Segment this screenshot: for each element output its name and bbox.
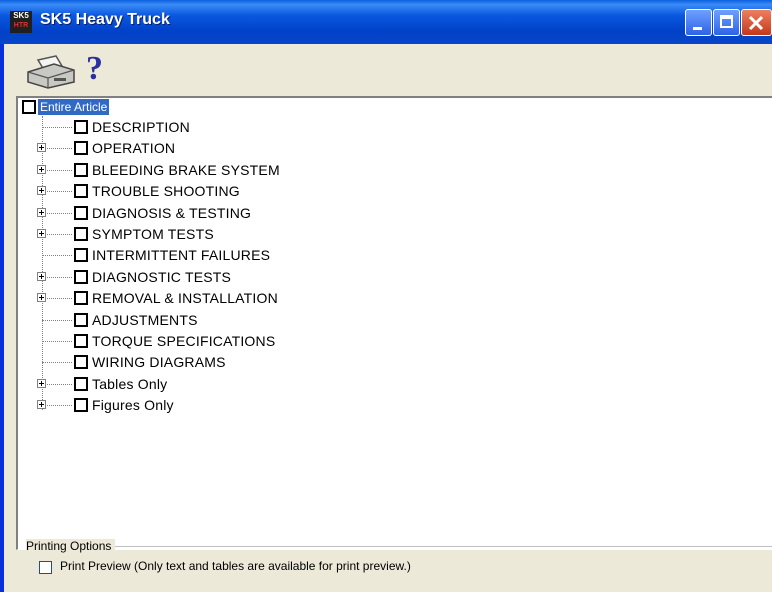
tree-item[interactable]: WIRING DIAGRAMS <box>18 352 718 373</box>
tree-item-checkbox[interactable] <box>74 355 88 370</box>
tree-connector-line <box>42 148 72 150</box>
tree-connector-line <box>42 212 72 214</box>
tree-item-label[interactable]: INTERMITTENT FAILURES <box>92 246 270 264</box>
print-preview-label[interactable]: Print Preview (Only text and tables are … <box>60 559 411 573</box>
tree-item-checkbox[interactable] <box>74 141 88 156</box>
root-label[interactable]: Entire Article <box>38 99 110 115</box>
tree-item-checkbox[interactable] <box>74 398 88 413</box>
tree-item[interactable]: Tables Only <box>18 374 718 395</box>
tree-connector-line <box>42 319 72 321</box>
tree-item-label[interactable]: DIAGNOSIS & TESTING <box>92 204 251 222</box>
tree-item[interactable]: REMOVAL & INSTALLATION <box>18 288 718 309</box>
help-icon[interactable]: ? <box>86 50 103 88</box>
tree-item-label[interactable]: DESCRIPTION <box>92 118 190 136</box>
window-title: SK5 Heavy Truck <box>40 11 170 28</box>
expand-plus-icon[interactable] <box>37 229 46 238</box>
printer-icon[interactable] <box>24 54 80 90</box>
tree-item[interactable]: ADJUSTMENTS <box>18 310 718 331</box>
tree-item[interactable]: SYMPTOM TESTS <box>18 224 718 245</box>
tree-item[interactable]: TROUBLE SHOOTING <box>18 181 718 202</box>
expand-plus-icon[interactable] <box>37 143 46 153</box>
expand-plus-icon[interactable] <box>37 400 46 410</box>
expand-plus-icon[interactable] <box>37 164 46 174</box>
tree-item[interactable]: INTERMITTENT FAILURES <box>18 245 718 266</box>
toolbar: ? <box>4 44 772 96</box>
tree-item-label[interactable]: TORQUE SPECIFICATIONS <box>92 332 275 350</box>
app-icon[interactable]: SK5 HTR <box>10 11 32 33</box>
tree-connector-line <box>42 255 72 257</box>
tree-item-label[interactable]: ADJUSTMENTS <box>92 311 198 329</box>
title-bar[interactable]: SK5 HTR SK5 Heavy Truck <box>0 0 772 44</box>
tree-connector-line <box>42 127 72 128</box>
expand-plus-icon[interactable] <box>37 293 46 303</box>
tree-item-checkbox[interactable] <box>74 334 88 348</box>
tree-item-checkbox[interactable] <box>74 291 88 306</box>
tree-item[interactable]: Figures Only <box>18 395 718 416</box>
close-button[interactable] <box>741 9 772 36</box>
tree-item-checkbox[interactable] <box>74 184 88 199</box>
tree-connector-line <box>42 276 72 278</box>
tree-item-label[interactable]: Figures Only <box>92 396 174 414</box>
client-area: ? Entire Article DESCRIPTION OPERATION BLE… <box>4 44 772 592</box>
tree-item-label[interactable]: SYMPTOM TESTS <box>92 225 214 243</box>
tree-item[interactable]: DESCRIPTION <box>18 117 718 138</box>
tree-item[interactable]: DIAGNOSIS & TESTING <box>18 203 718 224</box>
tree-root[interactable]: Entire Article <box>22 99 110 115</box>
tree-item-checkbox[interactable] <box>74 205 88 220</box>
printing-options-group: Printing Options Print Preview (Only tex… <box>4 539 772 592</box>
tree-connector-line <box>42 169 72 171</box>
tree-connector-line <box>42 191 72 193</box>
app-window: SK5 HTR SK5 Heavy Truck ? Entire Article… <box>0 0 772 592</box>
print-preview-checkbox[interactable] <box>39 561 52 574</box>
tree-connector-line <box>42 341 72 342</box>
tree-item-label[interactable]: BLEEDING BRAKE SYSTEM <box>92 161 280 179</box>
tree-item-label[interactable]: OPERATION <box>92 139 175 157</box>
tree-connector-line <box>42 383 72 385</box>
expand-plus-icon[interactable] <box>37 378 46 388</box>
tree-item-checkbox[interactable] <box>74 248 88 263</box>
tree-item[interactable]: TORQUE SPECIFICATIONS <box>18 331 718 352</box>
tree-item[interactable]: OPERATION <box>18 138 718 159</box>
tree-item-label[interactable]: REMOVAL & INSTALLATION <box>92 289 278 307</box>
tree-item-checkbox[interactable] <box>74 227 88 241</box>
root-checkbox[interactable] <box>22 100 36 114</box>
expand-plus-icon[interactable] <box>37 271 46 281</box>
tree-item-label[interactable]: Tables Only <box>92 375 167 393</box>
tree-item-label[interactable]: DIAGNOSTIC TESTS <box>92 268 231 286</box>
tree-item[interactable]: DIAGNOSTIC TESTS <box>18 267 718 288</box>
minimize-button[interactable] <box>685 9 712 36</box>
tree-connector-line <box>42 298 72 300</box>
tree-item-label[interactable]: WIRING DIAGRAMS <box>92 353 226 371</box>
tree-item-checkbox[interactable] <box>74 162 88 177</box>
tree-item-label[interactable]: TROUBLE SHOOTING <box>92 182 240 200</box>
expand-plus-icon[interactable] <box>37 207 46 217</box>
tree-item[interactable]: BLEEDING BRAKE SYSTEM <box>18 160 718 181</box>
app-icon-bottom-text: HTR <box>13 22 29 29</box>
tree-item-checkbox[interactable] <box>74 120 88 134</box>
tree-item-checkbox[interactable] <box>74 269 88 284</box>
tree-item-checkbox[interactable] <box>74 312 88 327</box>
maximize-button[interactable] <box>713 9 740 36</box>
tree-connector-line <box>42 405 72 407</box>
article-tree[interactable]: Entire Article DESCRIPTION OPERATION BLEED… <box>16 96 772 550</box>
expand-plus-icon[interactable] <box>37 186 46 196</box>
tree-connector-line <box>42 234 72 235</box>
group-divider <box>84 546 772 547</box>
tree-connector-line <box>42 362 72 364</box>
close-icon <box>748 15 764 31</box>
app-icon-top-text: SK5 <box>13 11 29 20</box>
tree-item-checkbox[interactable] <box>74 376 88 391</box>
printing-options-label: Printing Options <box>26 539 116 553</box>
